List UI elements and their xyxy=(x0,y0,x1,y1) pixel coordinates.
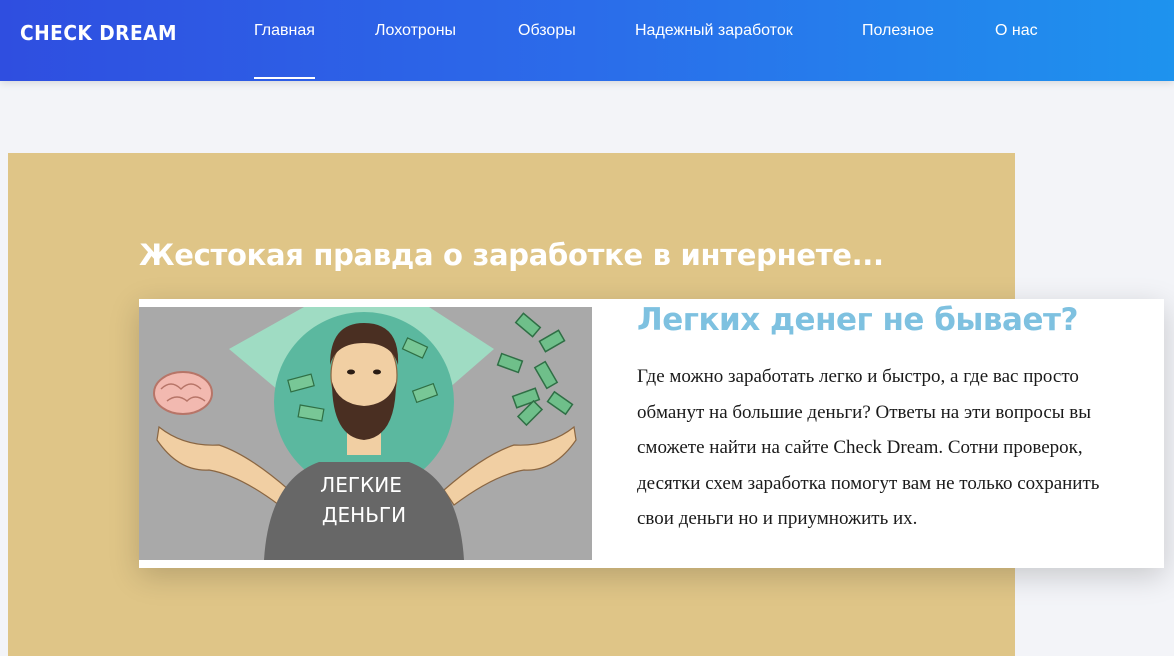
shirt-text-line1: ЛЕГКИЕ xyxy=(320,473,402,497)
site-logo[interactable]: CHECK DREAM xyxy=(20,21,177,45)
easy-money-illustration: ЛЕГКИЕ ДЕНЬГИ xyxy=(139,307,592,560)
nav-item-scams[interactable]: Лохотроны xyxy=(375,22,456,40)
nav-item-reliable-income[interactable]: Надежный заработок xyxy=(635,22,793,40)
card-title: Легких денег не бывает? xyxy=(637,302,1078,338)
site-header: CHECK DREAM Главная Лохотроны Обзоры Над… xyxy=(0,0,1174,81)
nav-item-about[interactable]: О нас xyxy=(995,22,1038,40)
nav-item-home[interactable]: Главная xyxy=(254,22,315,79)
card-description: Где можно заработать легко и быстро, а г… xyxy=(637,366,1100,529)
hero-headline: Жестокая правда о заработке в интернете.… xyxy=(139,238,884,272)
nav-item-useful[interactable]: Полезное xyxy=(862,22,934,40)
shirt-text-line2: ДЕНЬГИ xyxy=(322,503,406,527)
nav-item-reviews[interactable]: Обзоры xyxy=(518,22,576,40)
